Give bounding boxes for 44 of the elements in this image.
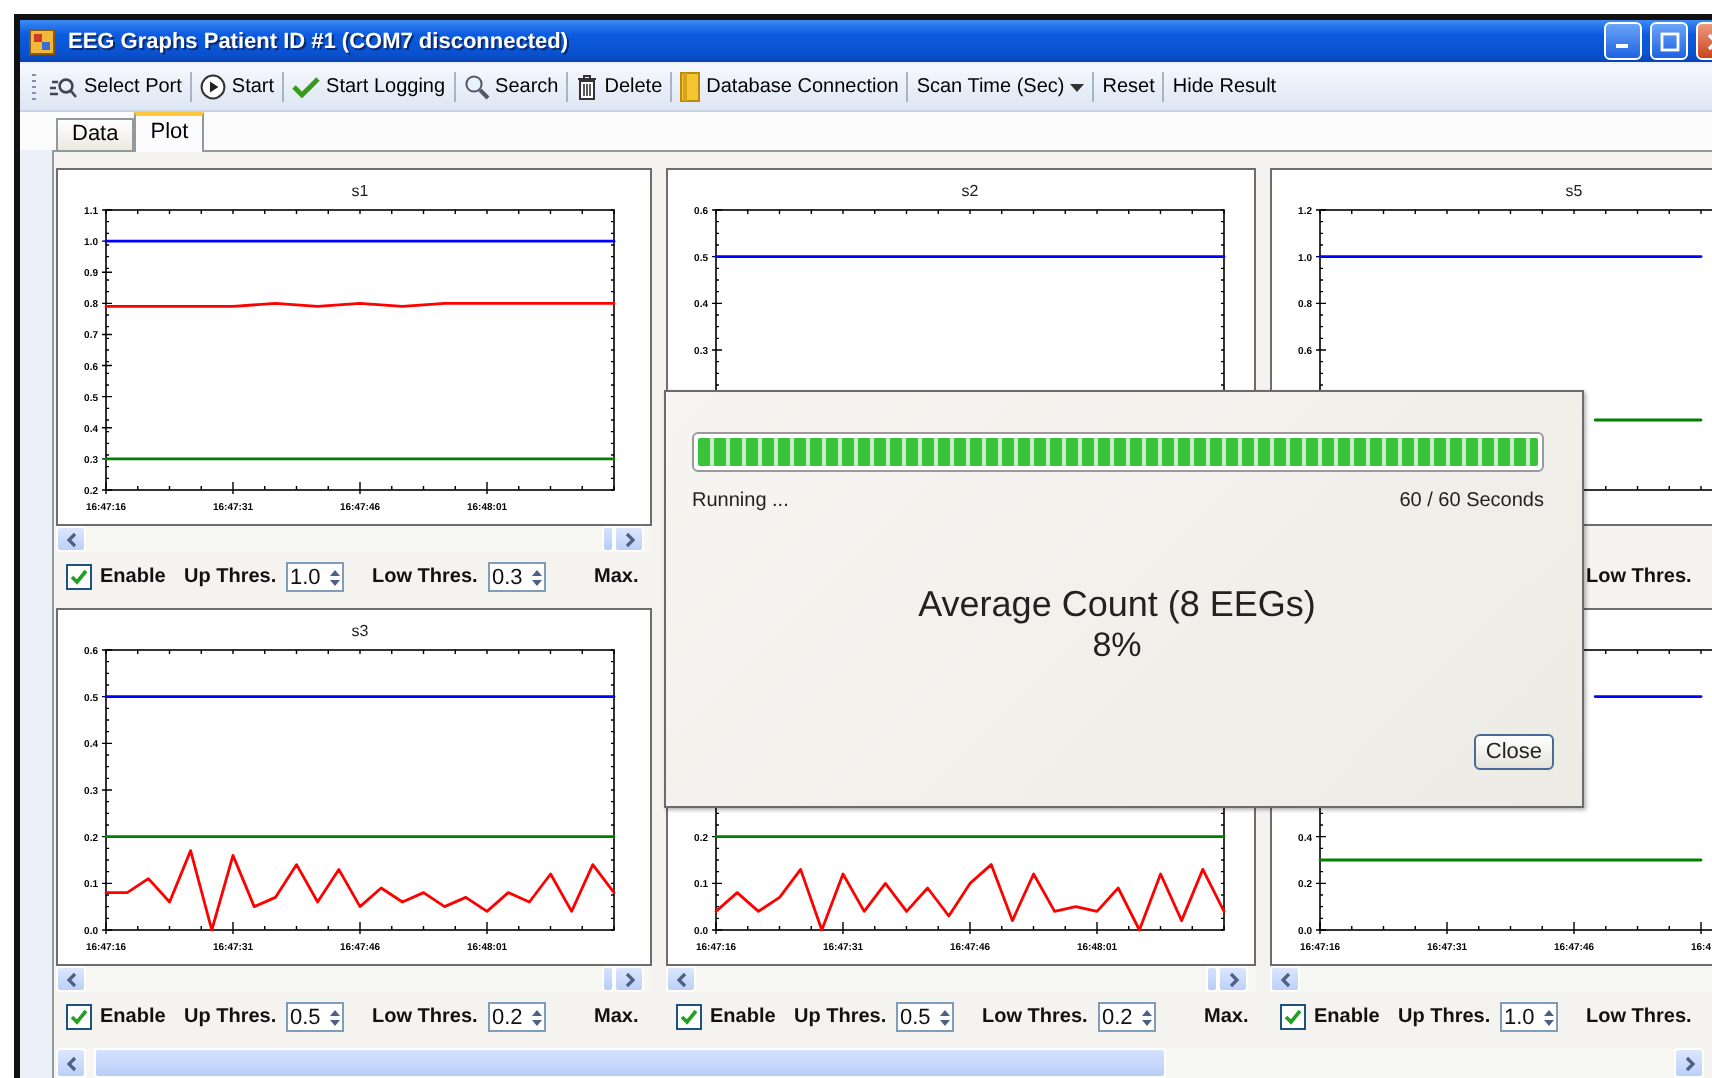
- field-label: Up Thres.: [184, 1006, 279, 1028]
- field-label: Low Thres.: [372, 566, 480, 588]
- spin-box[interactable]: 0.2: [1098, 1002, 1156, 1032]
- checkbox-label: Enable: [98, 566, 168, 588]
- spin-box[interactable]: 1.0: [286, 562, 344, 592]
- toolbar-button[interactable]: Delete: [572, 67, 667, 107]
- chart-title: s2: [961, 182, 979, 200]
- result-value: 8%: [1090, 626, 1144, 666]
- toolbar-button[interactable]: Hide Result: [1168, 67, 1281, 107]
- spin-box[interactable]: 0.2: [488, 1002, 546, 1032]
- status-text: Running ...: [692, 490, 789, 512]
- checkbox-label: Enable: [98, 1006, 168, 1028]
- tab[interactable]: Data: [56, 118, 135, 150]
- field-label: Up Thres.: [794, 1006, 889, 1028]
- close-button[interactable]: Close: [1473, 734, 1554, 770]
- tab[interactable]: Plot: [134, 112, 205, 152]
- field-label: Up Thres.: [1398, 1006, 1493, 1028]
- field-label: Max.: [594, 566, 641, 588]
- toolbar-button[interactable]: Scan Time (Sec): [912, 67, 1089, 107]
- field-label: Up Thres.: [184, 566, 279, 588]
- toolbar-button[interactable]: Database Connection: [676, 67, 903, 107]
- window-title: EEG Graphs Patient ID #1 (COM7 disconnected): [68, 29, 570, 53]
- checkbox-label: Enable: [708, 1006, 778, 1028]
- spin-box[interactable]: 0.3: [488, 562, 546, 592]
- chart-title: s1: [351, 182, 369, 200]
- spin-box[interactable]: 1.0: [1500, 1002, 1558, 1032]
- toolbar-button[interactable]: Start Logging: [288, 67, 450, 107]
- chart-title: s3: [351, 622, 369, 640]
- spin-box[interactable]: 0.5: [896, 1002, 954, 1032]
- toolbar-button[interactable]: Reset: [1098, 67, 1159, 107]
- checkbox-label: Enable: [1312, 1006, 1382, 1028]
- toolbar-button[interactable]: Start: [195, 67, 279, 107]
- field-label: Low Thres.: [372, 1006, 480, 1028]
- toolbar-button[interactable]: Select Port: [44, 67, 186, 107]
- field-label: Max.: [594, 1006, 641, 1028]
- field-label: Low Thres.: [1586, 566, 1694, 588]
- field-label: Low Thres.: [982, 1006, 1090, 1028]
- toolbar-button[interactable]: Search: [459, 67, 563, 107]
- field-label: Low Thres.: [1586, 1006, 1694, 1028]
- spin-box[interactable]: 0.5: [286, 1002, 344, 1032]
- chart-title: s5: [1565, 182, 1583, 200]
- elapsed-time: 60 / 60 Seconds: [1399, 490, 1544, 512]
- result-heading: Average Count (8 EEGs): [916, 584, 1318, 626]
- field-label: Max.: [1204, 1006, 1251, 1028]
